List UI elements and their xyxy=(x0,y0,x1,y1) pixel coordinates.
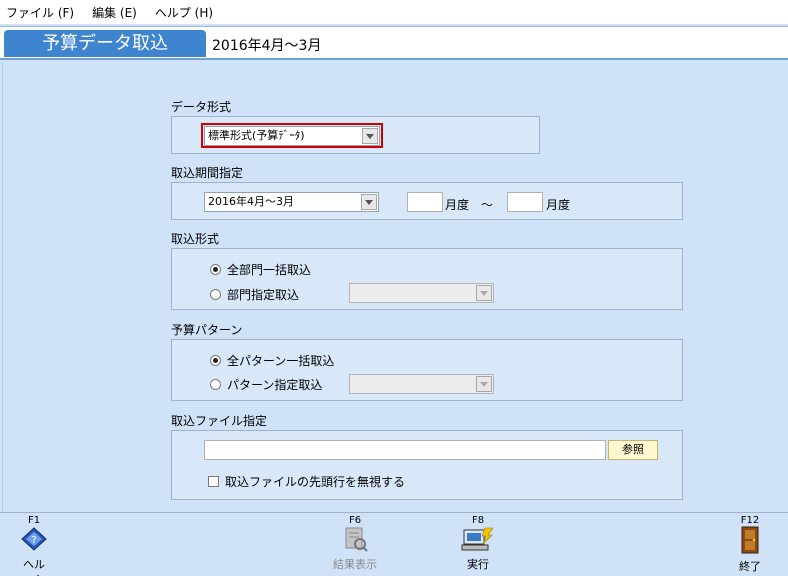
file-path-input[interactable] xyxy=(204,440,606,460)
menu-file[interactable]: ファイル (F) xyxy=(6,4,74,21)
chevron-down-icon xyxy=(476,376,492,392)
chevron-down-icon xyxy=(476,285,492,301)
period-to-input[interactable] xyxy=(507,192,543,212)
chevron-down-icon[interactable] xyxy=(361,194,377,210)
browse-button[interactable]: 参照 xyxy=(608,440,658,460)
page-title: 予算データ取込 xyxy=(4,30,206,57)
menu-help[interactable]: ヘルプ (H) xyxy=(155,4,213,21)
pattern-select xyxy=(349,374,494,394)
svg-text:?: ? xyxy=(31,535,36,546)
period-from-input[interactable] xyxy=(407,192,443,212)
radio-department-specified[interactable]: 部門指定取込 xyxy=(210,286,299,303)
data-format-value: 標準形式(予算ﾃﾞｰﾀ) xyxy=(208,129,305,142)
f8-key-label: F8 xyxy=(471,515,485,526)
budget-pattern-label: 予算パターン xyxy=(171,323,243,337)
menu-edit[interactable]: 編集 (E) xyxy=(92,4,137,21)
radio-label: パターン指定取込 xyxy=(227,378,323,392)
exit-door-icon xyxy=(741,526,759,554)
data-format-label: データ形式 xyxy=(171,100,232,114)
help-book-icon: ? xyxy=(21,527,47,551)
period-from-suffix: 月度 xyxy=(445,198,470,212)
data-format-select[interactable]: 標準形式(予算ﾃﾞｰﾀ) xyxy=(204,126,380,146)
period-select[interactable]: 2016年4月～3月 xyxy=(204,192,379,212)
menu-bar: ファイル (F) 編集 (E) ヘルプ (H) xyxy=(0,0,788,24)
file-spec-label: 取込ファイル指定 xyxy=(171,414,268,428)
radio-all-patterns[interactable]: 全パターン一括取込 xyxy=(210,352,334,369)
radio-button[interactable] xyxy=(210,264,221,275)
fiscal-period: 2016年4月～3月 xyxy=(212,38,322,54)
function-key-bar: F1 ? ヘルプ F6 結果表示 F8 実行 F12 xyxy=(0,512,788,576)
radio-label: 全パターン一括取込 xyxy=(227,354,335,368)
f6-result-button: F6 結果表示 xyxy=(330,515,380,572)
f12-exit-button[interactable]: F12 終了 xyxy=(736,515,764,574)
title-bar: 予算データ取込 2016年4月～3月 xyxy=(0,26,788,60)
main-form: データ形式 標準形式(予算ﾃﾞｰﾀ) 取込期間指定 2016年4月～3月 月度 … xyxy=(2,62,786,512)
import-format-label: 取込形式 xyxy=(171,232,220,246)
chevron-down-icon[interactable] xyxy=(362,128,378,144)
radio-label: 全部門一括取込 xyxy=(227,263,312,277)
period-spec-label: 取込期間指定 xyxy=(171,166,244,180)
radio-button[interactable] xyxy=(210,289,221,300)
radio-label: 部門指定取込 xyxy=(227,288,300,302)
radio-button[interactable] xyxy=(210,355,221,366)
execute-computer-icon xyxy=(461,527,494,551)
f8-label: 実行 xyxy=(467,558,489,571)
f1-key-label: F1 xyxy=(27,515,41,526)
f1-label: ヘルプ xyxy=(23,558,45,576)
result-view-icon xyxy=(345,527,368,552)
period-separator: ～ xyxy=(481,198,494,212)
f6-label: 結果表示 xyxy=(333,558,377,571)
f12-label: 終了 xyxy=(739,560,761,573)
f1-help-button[interactable]: F1 ? ヘルプ xyxy=(20,515,48,576)
radio-button[interactable] xyxy=(210,379,221,390)
radio-all-departments[interactable]: 全部門一括取込 xyxy=(210,261,311,278)
period-select-value: 2016年4月～3月 xyxy=(208,195,294,208)
ignore-first-row-checkbox[interactable] xyxy=(208,476,219,487)
radio-pattern-specified[interactable]: パターン指定取込 xyxy=(210,376,322,393)
period-to-suffix: 月度 xyxy=(546,198,571,212)
ignore-first-row-option[interactable]: 取込ファイルの先頭行を無視する xyxy=(208,473,405,490)
f8-execute-button[interactable]: F8 実行 xyxy=(460,515,496,572)
department-select xyxy=(349,283,494,303)
f12-key-label: F12 xyxy=(740,515,760,526)
ignore-first-row-label: 取込ファイルの先頭行を無視する xyxy=(225,475,406,489)
f6-key-label: F6 xyxy=(348,515,362,526)
